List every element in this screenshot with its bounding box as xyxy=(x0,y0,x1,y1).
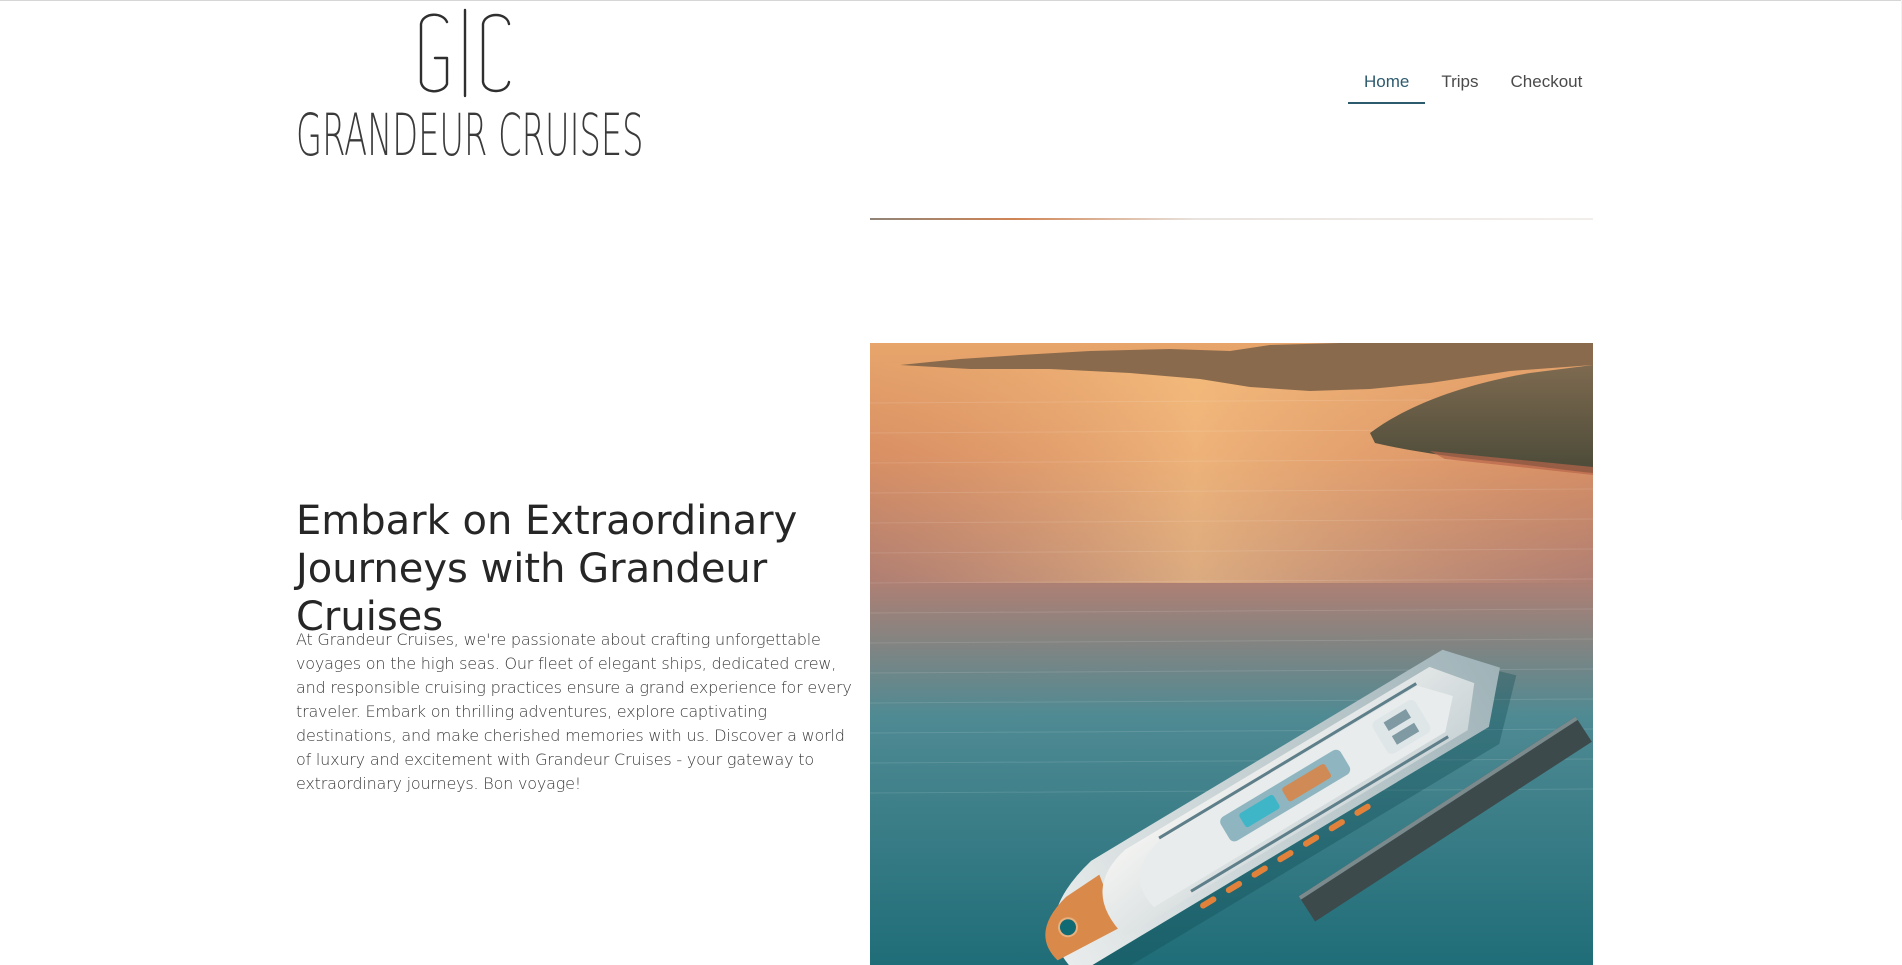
hero-image xyxy=(870,343,1593,965)
nav-home[interactable]: Home xyxy=(1348,64,1426,104)
nav-checkout[interactable]: Checkout xyxy=(1495,64,1599,104)
logo-wordmark: GRANDEUR CRUISES xyxy=(296,101,644,169)
main-nav: Home Trips Checkout xyxy=(1348,64,1598,104)
cruise-ship-photo-icon xyxy=(870,343,1593,965)
nav-trips[interactable]: Trips xyxy=(1425,64,1494,104)
logo-mark-icon xyxy=(419,8,511,98)
section-divider xyxy=(870,218,1593,220)
hero-description: At Grandeur Cruises, we're passionate ab… xyxy=(296,630,852,793)
site-logo[interactable]: GRANDEUR CRUISES xyxy=(296,8,643,164)
hero-title: Embark on Extraordinary Journeys with Gr… xyxy=(296,498,798,640)
page-top-border xyxy=(0,0,1902,1)
